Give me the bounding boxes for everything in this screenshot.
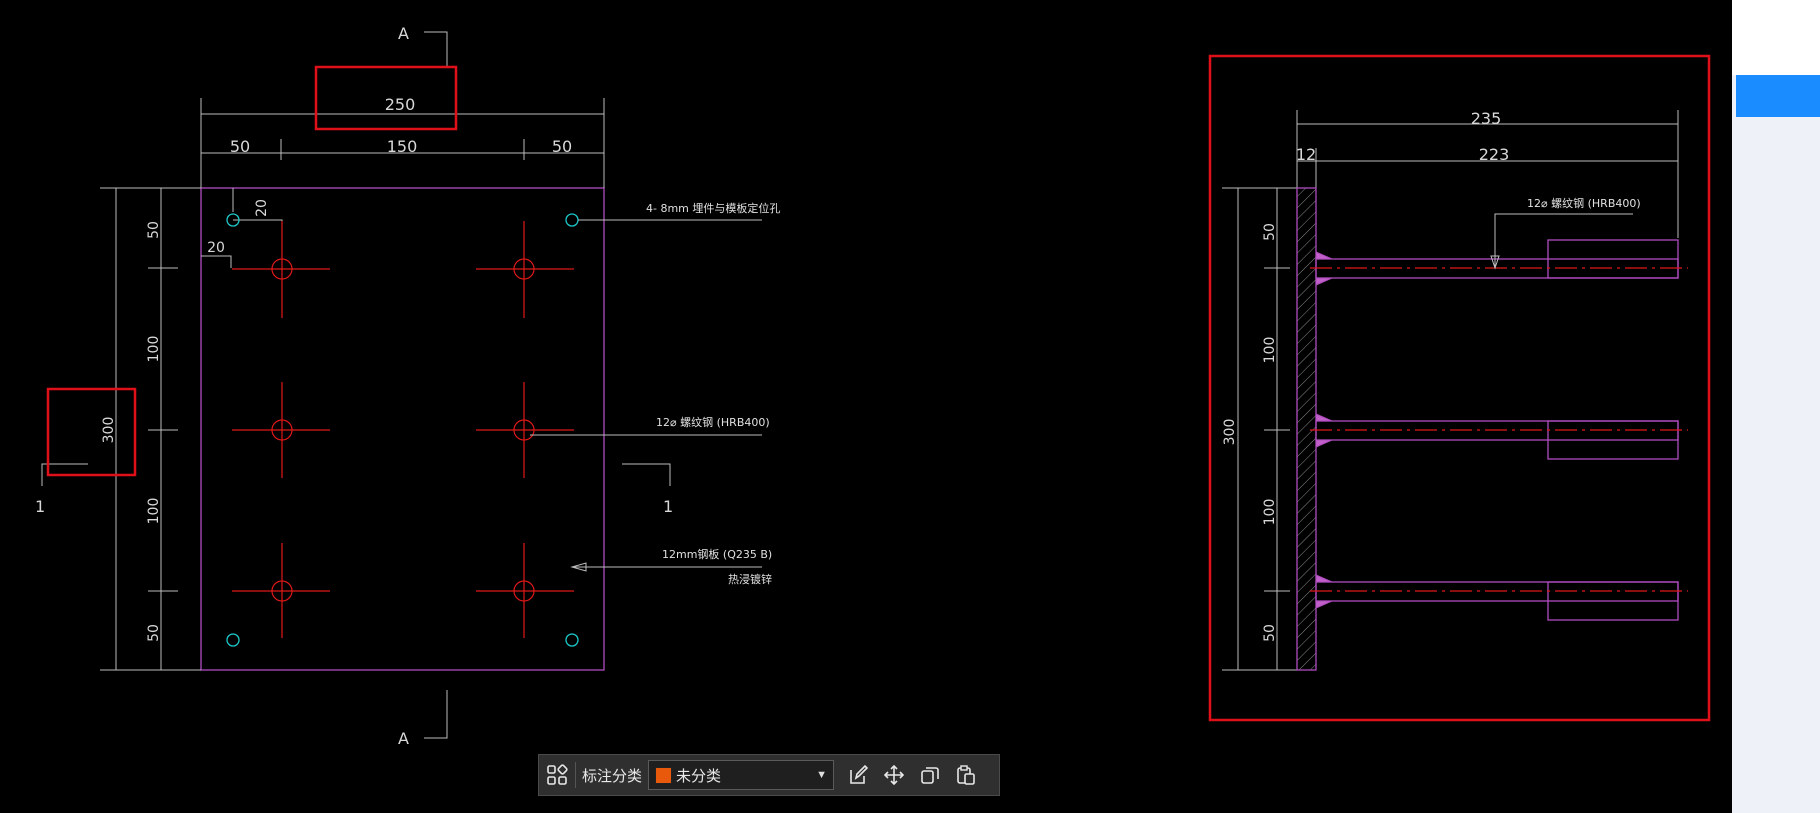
section-mark-a-top: A [398, 24, 409, 43]
rebar-section-row3 [1310, 574, 1688, 621]
plan-dim-left-50-top: 50 [146, 221, 162, 239]
section-dim-left-50-bottom: 50 [1262, 624, 1278, 642]
section-dim-total-length: 235 [1471, 109, 1502, 128]
note-galvanizing: 热浸镀锌 [728, 572, 772, 586]
annotation-category-label: 标注分类 [582, 767, 643, 785]
positioning-hole-br [565, 633, 579, 647]
category-color-swatch [655, 766, 673, 784]
section-dim-plate-thickness: 12 [1296, 145, 1316, 164]
section-dim-left-50-top: 50 [1262, 223, 1278, 241]
section-mark-1-left: 1 [35, 497, 45, 516]
plan-dim-hole-offset-vertical: 20 [254, 199, 270, 217]
plan-view: A A 1 1 250 50 150 50 50 100 100 50 300 [35, 24, 780, 748]
plan-dim-left-100-b: 100 [146, 498, 162, 525]
rebar-plan-r2c2 [476, 382, 574, 478]
edit-icon[interactable] [840, 755, 876, 795]
paste-icon[interactable] [948, 755, 984, 795]
plan-dim-left-edge: 50 [230, 137, 250, 156]
plan-dim-left-100-a: 100 [146, 336, 162, 363]
plan-dim-left-50-bottom: 50 [146, 624, 162, 642]
cad-drawing-canvas[interactable]: A A 1 1 250 50 150 50 50 100 100 50 300 [0, 0, 1732, 813]
rebar-section-row2 [1310, 413, 1688, 460]
embed-plate-outline [200, 187, 605, 671]
chevron-down-icon: ▼ [816, 769, 828, 781]
note-positioning-holes: 4- 8mm 埋件与模板定位孔 [646, 201, 780, 215]
section-view: 235 12 223 50 100 100 50 300 12⌀ 螺纹钢 (HR… [1208, 54, 1711, 722]
plan-dim-rebar-spacing: 150 [387, 137, 418, 156]
rebar-plan-r3c1 [232, 543, 330, 638]
annotation-category-select[interactable]: 未分类 ▼ [648, 760, 835, 790]
copy-icon[interactable] [912, 755, 948, 795]
move-icon[interactable] [876, 755, 912, 795]
rebar-plan-r3c2 [476, 543, 574, 638]
plan-dim-hole-offset-horizontal: 20 [207, 240, 225, 256]
highlight-box-height-dim[interactable] [46, 387, 137, 477]
grid-icon[interactable] [539, 755, 575, 795]
rebar-plan-r2c1 [232, 382, 330, 478]
side-panel [1732, 0, 1820, 813]
plan-dim-total-height: 300 [101, 417, 117, 444]
positioning-hole-bl [226, 633, 240, 647]
rebar-plan-r1c2 [476, 221, 574, 318]
note-rebar-section: 12⌀ 螺纹钢 (HRB400) [1527, 196, 1641, 210]
side-panel-header [1732, 0, 1820, 75]
plan-dim-right-edge: 50 [552, 137, 572, 156]
annotation-toolbar: 标注分类 未分类 ▼ [538, 754, 1000, 796]
rebar-plan-r1c1 [232, 221, 330, 318]
note-rebar-plan: 12⌀ 螺纹钢 (HRB400) [656, 415, 770, 429]
section-dim-left-100-b: 100 [1262, 499, 1278, 526]
rebar-section-row1 [1310, 239, 1688, 286]
section-dim-left-100-a: 100 [1262, 337, 1278, 364]
side-panel-active-tab[interactable] [1736, 75, 1820, 117]
note-steel-plate: 12mm钢板 (Q235 B) [662, 547, 772, 561]
positioning-hole-tr [565, 213, 579, 227]
section-plate [1296, 187, 1317, 671]
category-select-value: 未分类 [676, 767, 722, 785]
section-mark-a-bottom: A [398, 729, 409, 748]
section-dim-rebar-length: 223 [1479, 145, 1510, 164]
section-mark-1-right: 1 [663, 497, 673, 516]
section-dim-total-height: 300 [1222, 419, 1238, 446]
plan-dim-total-width: 250 [385, 95, 416, 114]
